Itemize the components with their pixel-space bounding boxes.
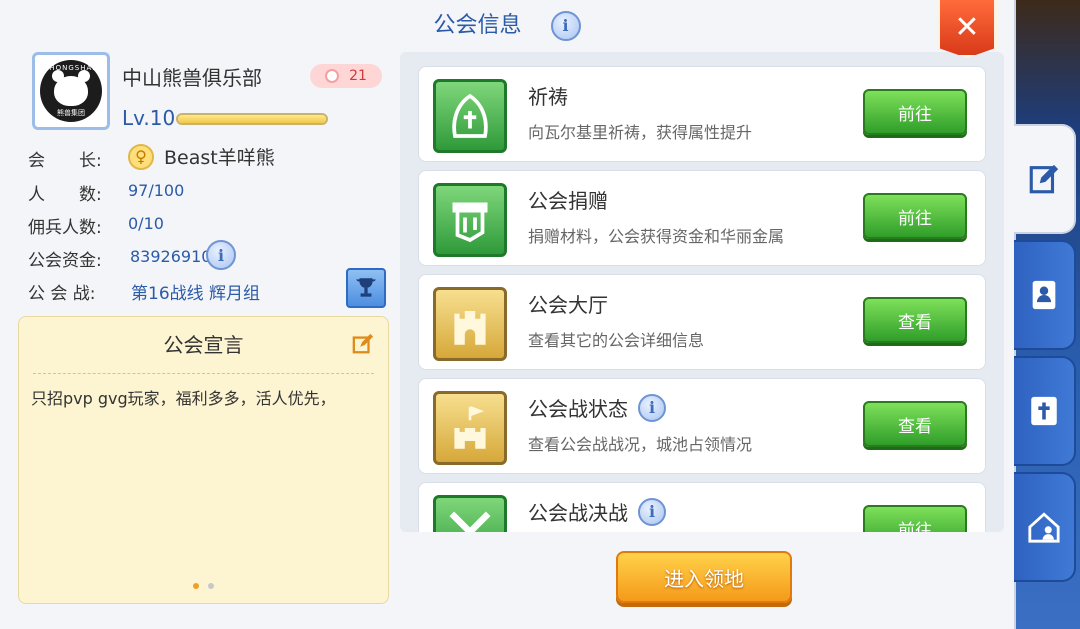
close-button[interactable]: ✕ (937, 0, 997, 58)
declaration-title: 公会宣言 (163, 333, 244, 357)
crossed-swords-icon (433, 495, 507, 532)
title-info-icon[interactable]: i (550, 11, 581, 41)
trophy-icon (356, 278, 376, 297)
go-button-war-final[interactable]: 前往 (863, 505, 967, 532)
emblem-text-top: ZHONGSHAN (43, 64, 99, 72)
feature-card-war-status: 公会战状态 i 查看公会战战况，城池占领情况 查看 (418, 378, 986, 474)
tab-members[interactable] (1014, 240, 1076, 350)
members-row: 人 数: 97/100 (28, 180, 184, 205)
cross-door-icon (1031, 396, 1057, 426)
guild-name: 中山熊兽俱乐部 (122, 66, 262, 90)
war-value: 第16战线 辉月组 (131, 284, 261, 304)
funds-label: 公会资金: (28, 251, 102, 271)
prayer-icon (433, 79, 507, 153)
guild-badge: 21 (310, 64, 382, 88)
edit-note-icon (1029, 164, 1059, 194)
feature-name: 公会大厅 (528, 293, 608, 317)
go-button-donation[interactable]: 前往 (863, 193, 967, 239)
page-indicator (19, 574, 388, 593)
feature-card-war-final: 公会战决战 i 前往 (418, 482, 986, 532)
feature-desc: 捐赠材料，公会获得资金和华丽金属 (528, 227, 785, 246)
leader-row: 会 长: (28, 146, 102, 171)
view-button-war-status[interactable]: 查看 (863, 401, 967, 447)
window-title: 公会信息 (433, 13, 522, 38)
members-label: 人 数: (28, 185, 102, 205)
feature-name: 公会捐赠 (528, 189, 608, 213)
trophy-button[interactable] (346, 268, 386, 308)
go-button-prayer[interactable]: 前往 (863, 89, 967, 135)
feature-name: 公会战决战 (528, 501, 628, 525)
house-person-icon (1028, 512, 1060, 543)
funds-row: 公会资金: 83926910 (28, 246, 211, 271)
members-value: 97/100 (128, 181, 185, 200)
leader-value-group: ♀ Beast羊咩熊 (128, 143, 275, 170)
feature-list[interactable]: 祈祷 向瓦尔基里祈祷，获得属性提升 前往 公会捐赠 捐赠材料，公会获得资金和华丽… (400, 52, 1004, 532)
feature-name: 祈祷 (528, 85, 568, 109)
female-icon: ♀ (128, 143, 154, 170)
page-dot-active (192, 583, 199, 589)
feature-name-group: 公会战状态 i (528, 393, 666, 422)
badge-count: 21 (349, 68, 367, 84)
funds-value: 83926910 (130, 247, 212, 266)
feature-card-prayer: 祈祷 向瓦尔基里祈祷，获得属性提升 前往 (418, 66, 986, 162)
feature-name-group: 公会战决战 i (528, 497, 666, 526)
flower-icon (325, 69, 340, 83)
mercs-row: 佣兵人数: 0/10 (28, 213, 164, 238)
declaration-divider (33, 373, 374, 374)
feature-desc: 查看其它的公会详细信息 (528, 331, 705, 350)
feature-card-hall: 公会大厅 查看其它的公会详细信息 查看 (418, 274, 986, 370)
feature-card-donation: 公会捐赠 捐赠材料，公会获得资金和华丽金属 前往 (418, 170, 986, 266)
level-progress-bar (176, 113, 328, 125)
tab-church[interactable] (1014, 356, 1076, 466)
war-label: 公 会 战: (28, 284, 96, 304)
feature-desc: 向瓦尔基里祈祷，获得属性提升 (528, 123, 753, 142)
feature-name: 公会战状态 (528, 397, 628, 421)
view-button-hall[interactable]: 查看 (863, 297, 967, 343)
war-status-info-icon[interactable]: i (638, 393, 666, 422)
emblem-text-bottom: 熊兽集团 (57, 109, 85, 117)
mercs-value: 0/10 (128, 214, 164, 233)
feature-desc: 查看公会战战况，城池占领情况 (528, 435, 753, 454)
declaration-panel: 公会宣言 只招pvp gvg玩家，福利多多，活人优先， (18, 316, 389, 604)
bear-logo-icon: ZHONGSHAN 熊兽集团 (40, 60, 102, 122)
fortress-icon (433, 391, 507, 465)
war-row: 公 会 战: 第16战线 辉月组 (28, 279, 260, 304)
guild-level: Lv.10 (122, 106, 176, 130)
declaration-text: 只招pvp gvg玩家，福利多多，活人优先， (31, 389, 336, 408)
guild-info-panel: 公会信息 i ZHONGSHAN 熊兽集团 中山熊兽俱乐部 21 Lv.10 会… (0, 0, 1016, 629)
contact-book-icon (1032, 280, 1056, 310)
leader-label: 会 长: (28, 151, 102, 171)
tab-territory[interactable] (1014, 472, 1076, 582)
funds-info-icon[interactable]: i (206, 240, 236, 270)
guild-emblem: ZHONGSHAN 熊兽集团 (32, 52, 110, 130)
leader-name: Beast羊咩熊 (164, 147, 275, 169)
edit-icon[interactable] (352, 333, 374, 355)
funds-info-button[interactable]: i (206, 240, 236, 270)
castle-icon (433, 287, 507, 361)
donation-icon (433, 183, 507, 257)
window-title-bar: 公会信息 i (0, 8, 1014, 44)
enter-territory-button[interactable]: 进入领地 (616, 551, 792, 603)
mercs-label: 佣兵人数: (28, 218, 102, 238)
tab-guild-info[interactable] (1014, 124, 1076, 234)
page-dot (208, 583, 215, 589)
war-final-info-icon[interactable]: i (638, 497, 666, 526)
level-progress-fill (178, 115, 326, 123)
